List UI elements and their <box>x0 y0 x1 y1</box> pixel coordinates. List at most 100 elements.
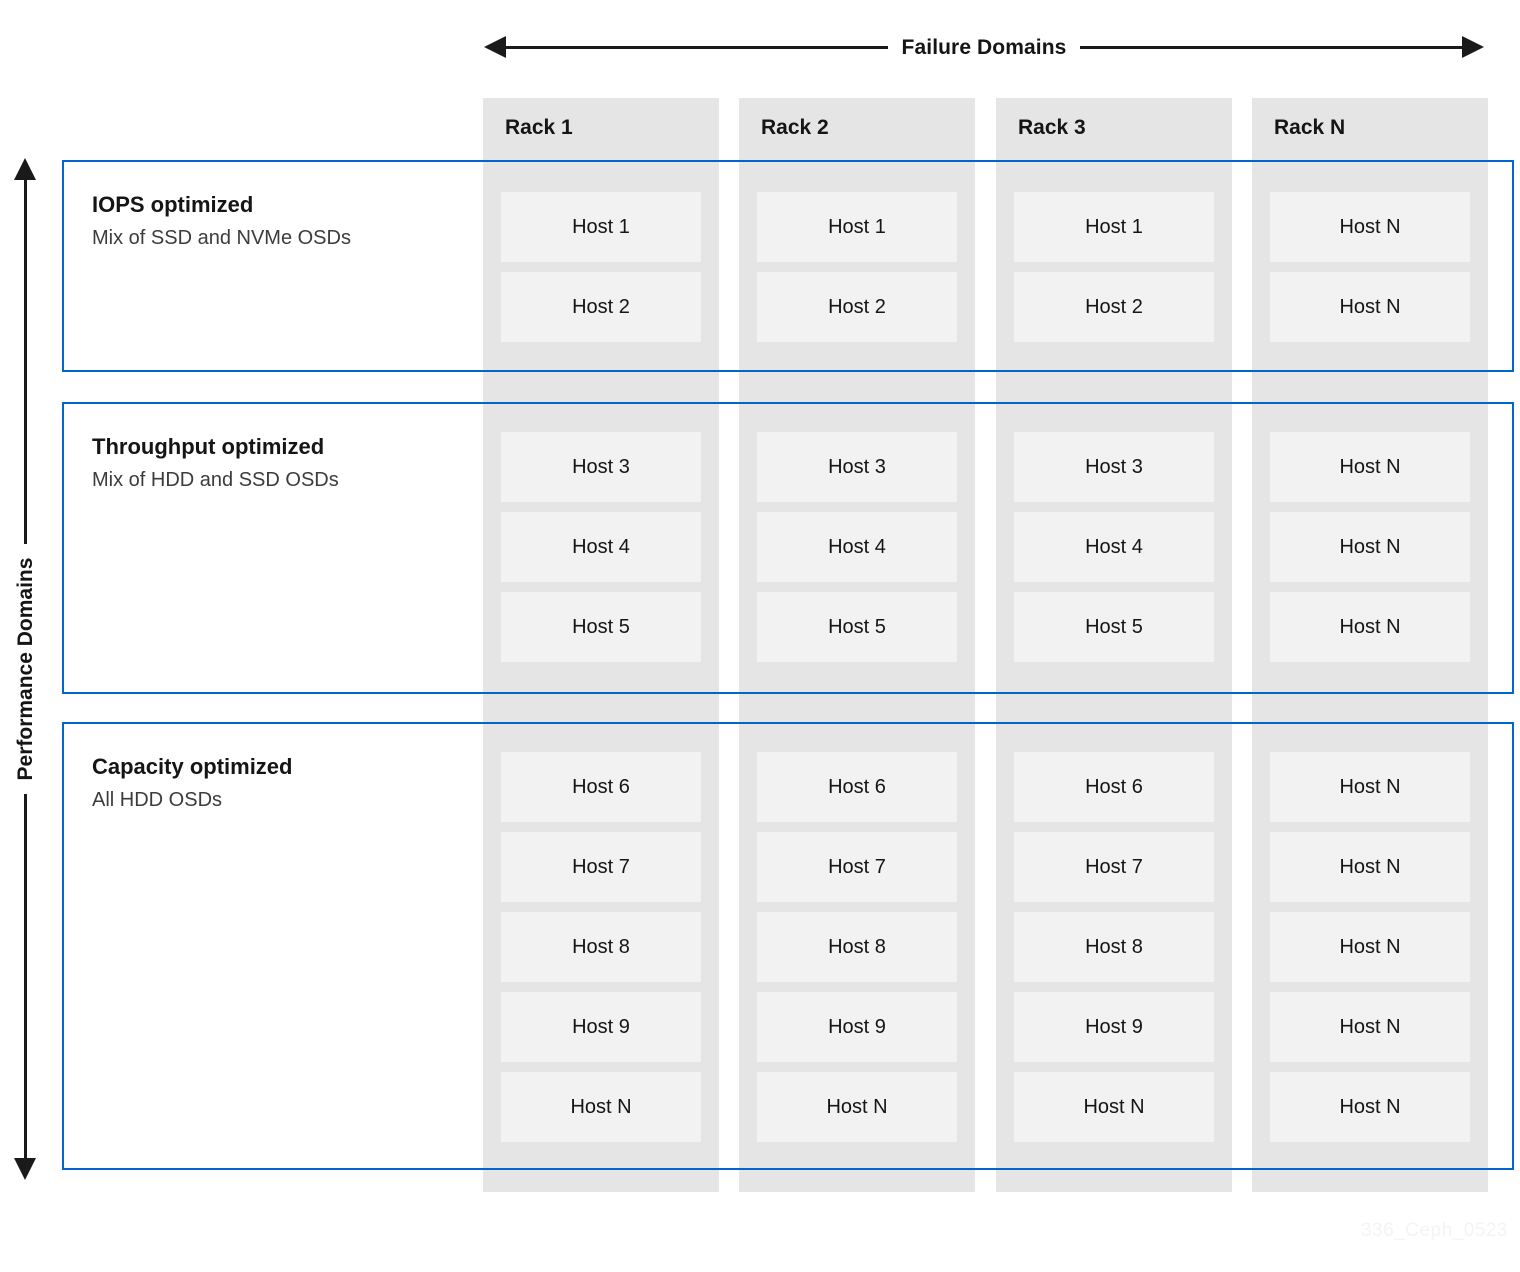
host-label: Host 7 <box>1085 855 1143 878</box>
host-label: Host 9 <box>572 1015 630 1038</box>
host-label: Host 5 <box>1085 615 1143 638</box>
host-label: Host 1 <box>572 215 630 238</box>
performance-domain-subtitle: Mix of SSD and NVMe OSDs <box>92 227 351 249</box>
host-box: Host 6 <box>1014 752 1214 822</box>
host-label: Host 3 <box>828 455 886 478</box>
diagram-canvas: Failure Domains Performance Domains Rack… <box>0 0 1520 1272</box>
host-box: Host 7 <box>757 832 957 902</box>
host-label: Host 8 <box>572 935 630 958</box>
host-box: Host N <box>1270 992 1470 1062</box>
host-label: Host 6 <box>572 775 630 798</box>
host-box: Host 9 <box>757 992 957 1062</box>
host-label: Host 6 <box>1085 775 1143 798</box>
host-box: Host N <box>1270 192 1470 262</box>
host-box: Host 1 <box>1014 192 1214 262</box>
host-box: Host 8 <box>757 912 957 982</box>
host-box: Host N <box>1270 272 1470 342</box>
host-box: Host 6 <box>757 752 957 822</box>
host-box: Host 3 <box>501 432 701 502</box>
failure-domains-axis: Failure Domains <box>484 30 1484 66</box>
performance-domain-title: Throughput optimized <box>92 434 325 459</box>
host-box: Host 2 <box>1014 272 1214 342</box>
host-label: Host 9 <box>828 1015 886 1038</box>
host-box: Host 8 <box>501 912 701 982</box>
host-box: Host 5 <box>757 592 957 662</box>
host-box: Host 9 <box>501 992 701 1062</box>
host-box: Host 3 <box>1014 432 1214 502</box>
host-label: Host N <box>1083 1095 1145 1118</box>
rack-column: Rack 2 Host 1 Host 2 Host 3 Host 4 Host 5 Host… <box>739 98 975 1192</box>
rack-header-label: Rack 2 <box>761 116 829 139</box>
host-box: Host N <box>1270 752 1470 822</box>
performance-domains-label-wrap: Performance Domains <box>8 158 44 1180</box>
host-box: Host 8 <box>1014 912 1214 982</box>
host-label: Host 2 <box>572 295 630 318</box>
host-label: Host 6 <box>828 775 886 798</box>
host-label: Host N <box>1339 615 1401 638</box>
performance-domains-label: Performance Domains <box>14 543 37 795</box>
host-box: Host N <box>1270 832 1470 902</box>
host-box: Host 2 <box>757 272 957 342</box>
host-label: Host N <box>1339 1015 1401 1038</box>
host-box: Host 6 <box>501 752 701 822</box>
host-label: Host 5 <box>572 615 630 638</box>
host-label: Host N <box>1339 1095 1401 1118</box>
host-box: Host N <box>1014 1072 1214 1142</box>
host-label: Host 4 <box>1085 535 1143 558</box>
host-label: Host 7 <box>828 855 886 878</box>
host-label: Host N <box>1339 775 1401 798</box>
host-box: Host 5 <box>1014 592 1214 662</box>
host-box: Host 7 <box>1014 832 1214 902</box>
performance-domain-title: Capacity optimized <box>92 754 293 779</box>
performance-domain-text: Throughput optimized Mix of HDD and SSD O… <box>92 432 339 495</box>
host-box: Host 4 <box>501 512 701 582</box>
performance-domain-subtitle: All HDD OSDs <box>92 789 223 811</box>
host-box: Host 1 <box>501 192 701 262</box>
host-label: Host N <box>1339 535 1401 558</box>
failure-domains-label-wrap: Failure Domains <box>484 30 1484 68</box>
host-box: Host N <box>1270 1072 1470 1142</box>
host-box: Host 5 <box>501 592 701 662</box>
host-box: Host 9 <box>1014 992 1214 1062</box>
host-label: Host 2 <box>828 295 886 318</box>
host-label: Host 9 <box>1085 1015 1143 1038</box>
performance-domain-text: Capacity optimized All HDD OSDs <box>92 752 292 815</box>
performance-domain-subtitle: Mix of HDD and SSD OSDs <box>92 469 339 491</box>
rack-header-label: Rack N <box>1274 116 1346 139</box>
host-box: Host N <box>501 1072 701 1142</box>
host-label: Host N <box>1339 455 1401 478</box>
host-label: Host 5 <box>828 615 886 638</box>
host-box: Host 3 <box>757 432 957 502</box>
host-label: Host 8 <box>828 935 886 958</box>
watermark: 336_Ceph_0523 <box>1360 1220 1508 1241</box>
performance-domain-text: IOPS optimized Mix of SSD and NVMe OSDs <box>92 190 351 253</box>
rack-column: Rack 3 Host 1 Host 2 Host 3 Host 4 Host 5 Host… <box>996 98 1232 1192</box>
host-label: Host 1 <box>1085 215 1143 238</box>
host-label: Host 3 <box>572 455 630 478</box>
performance-domain-title: IOPS optimized <box>92 192 254 217</box>
host-box: Host N <box>1270 512 1470 582</box>
rack-header-label: Rack 1 <box>505 116 573 139</box>
host-label: Host N <box>1339 935 1401 958</box>
host-box: Host N <box>1270 592 1470 662</box>
host-box: Host 2 <box>501 272 701 342</box>
host-label: Host 7 <box>572 855 630 878</box>
host-label: Host N <box>1339 295 1401 318</box>
host-label: Host N <box>1339 215 1401 238</box>
host-box: Host N <box>1270 912 1470 982</box>
host-box: Host 1 <box>757 192 957 262</box>
host-box: Host N <box>757 1072 957 1142</box>
host-label: Host 3 <box>1085 455 1143 478</box>
rack-column: Rack 1 Host 1 Host 2 Host 3 Host 4 Host 5 Host… <box>483 98 719 1192</box>
host-box: Host N <box>1270 432 1470 502</box>
host-label: Host N <box>1339 855 1401 878</box>
failure-domains-label: Failure Domains <box>887 36 1081 59</box>
rack-column: Rack N Host N Host N Host N Host N Host N Host… <box>1252 98 1488 1192</box>
host-box: Host 4 <box>757 512 957 582</box>
host-box: Host 4 <box>1014 512 1214 582</box>
host-box: Host 7 <box>501 832 701 902</box>
host-label: Host 4 <box>828 535 886 558</box>
rack-header-label: Rack 3 <box>1018 116 1086 139</box>
host-label: Host 8 <box>1085 935 1143 958</box>
performance-domains-axis: Performance Domains <box>8 158 44 1180</box>
